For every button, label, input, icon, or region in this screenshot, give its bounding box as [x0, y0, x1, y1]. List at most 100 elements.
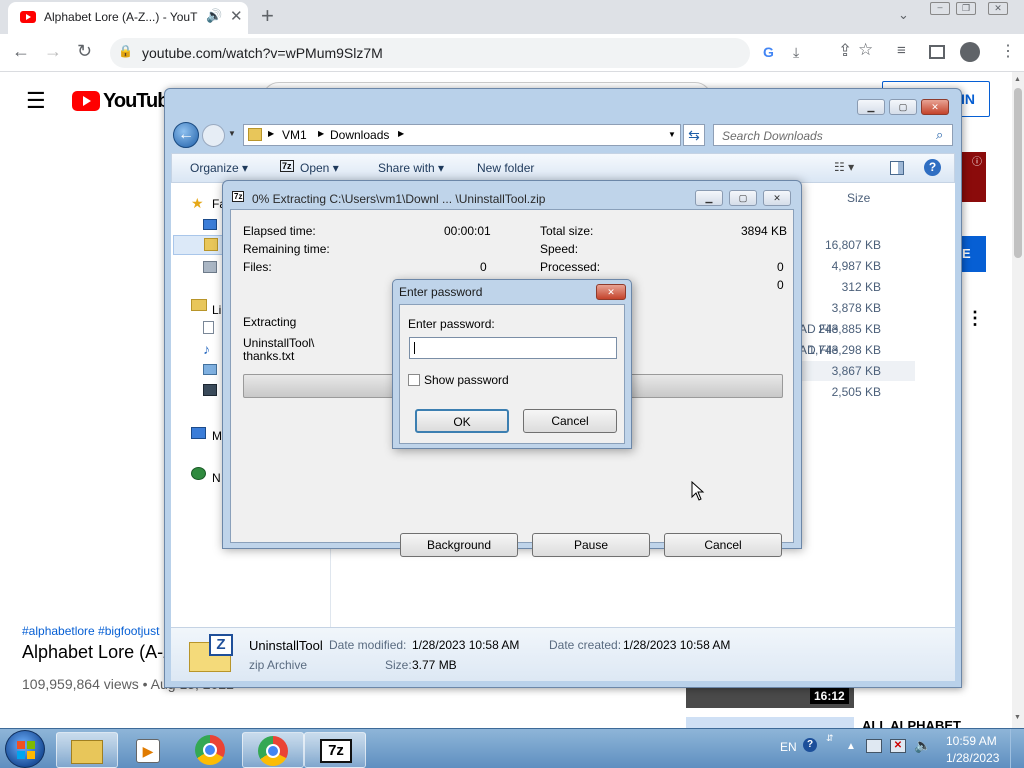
taskbar-7zip[interactable]: 7z: [304, 732, 366, 768]
7zip-minimize-button[interactable]: ▁: [695, 190, 723, 206]
minimize-icon[interactable]: –: [930, 2, 950, 15]
file-size: 1,743,298 KB: [808, 343, 881, 357]
suggested-thumbnail-2[interactable]: [686, 717, 854, 728]
scroll-down-icon[interactable]: ▼: [1014, 714, 1021, 721]
start-button[interactable]: [5, 730, 45, 768]
clock-date[interactable]: 1/28/2023: [946, 751, 999, 765]
pause-button[interactable]: Pause: [532, 533, 650, 557]
help-icon[interactable]: ?: [924, 159, 941, 176]
password-cancel-button[interactable]: Cancel: [523, 409, 617, 433]
size-column-header[interactable]: Size: [847, 191, 870, 205]
google-lens-icon[interactable]: G: [763, 44, 774, 60]
cancel-extract-button[interactable]: Cancel: [664, 533, 782, 557]
open-menu[interactable]: Open ▾: [300, 161, 339, 175]
file-size: 2,505 KB: [831, 385, 881, 399]
side-panel-icon[interactable]: [929, 45, 945, 59]
breadcrumb-arrow-icon[interactable]: ▶: [398, 129, 404, 138]
video-hashtags[interactable]: #alphabetlore #bigfootjust: [22, 624, 159, 638]
action-center-icon[interactable]: [866, 739, 882, 753]
desktop-icon[interactable]: [203, 219, 217, 230]
show-hidden-icons[interactable]: ▲: [846, 741, 856, 752]
breadcrumb-vm1[interactable]: VM1: [282, 128, 307, 142]
yt-ad-cta-button[interactable]: E: [962, 236, 986, 272]
explorer-search-box[interactable]: Search Downloads ⌕: [713, 124, 953, 146]
restore-icon[interactable]: ❐: [956, 2, 976, 15]
forward-icon[interactable]: →: [44, 41, 62, 62]
speaker-icon[interactable]: 🔊: [206, 8, 222, 24]
computer-icon: [191, 427, 206, 439]
url-text[interactable]: youtube.com/watch?v=wPMum9Slz7M: [142, 45, 383, 61]
explorer-back-button[interactable]: ←: [173, 122, 199, 148]
breadcrumb-arrow-icon[interactable]: ▶: [268, 129, 274, 138]
explorer-forward-button[interactable]: [202, 124, 225, 147]
7zip-maximize-button[interactable]: ▢: [729, 190, 757, 206]
explorer-close-button[interactable]: ✕: [921, 99, 949, 115]
file-size: 312 KB: [841, 280, 881, 294]
recent-pages-chevron-icon[interactable]: ▼: [228, 129, 236, 138]
pictures-icon[interactable]: [203, 364, 217, 375]
show-password-checkbox[interactable]: [408, 374, 420, 386]
menu-kebab-icon[interactable]: ⋮: [1000, 41, 1016, 61]
search-icon[interactable]: ⌕: [936, 127, 943, 143]
taskbar-explorer[interactable]: [56, 732, 118, 768]
page-scrollbar[interactable]: ▲ ▼: [1012, 72, 1024, 728]
password-close-button[interactable]: ✕: [596, 284, 626, 300]
address-dropdown-icon[interactable]: ▼: [668, 130, 676, 139]
close-window-icon[interactable]: ✕: [988, 2, 1008, 15]
reload-icon[interactable]: ↻: [77, 41, 92, 62]
new-tab-icon[interactable]: +: [261, 3, 274, 29]
music-icon[interactable]: ♪: [203, 341, 210, 357]
ok-button[interactable]: OK: [415, 409, 509, 433]
view-options-icon[interactable]: ☷ ▾: [834, 160, 854, 174]
language-indicator[interactable]: EN: [780, 740, 797, 754]
taskbar-chrome-2[interactable]: [242, 732, 304, 768]
breadcrumb-arrow-icon[interactable]: ▶: [318, 129, 324, 138]
tab-close-icon[interactable]: ✕: [230, 7, 243, 25]
more-options-icon[interactable]: ⋮: [966, 308, 984, 329]
new-folder-button[interactable]: New folder: [477, 161, 534, 175]
background-button[interactable]: Background: [400, 533, 518, 557]
videos-icon[interactable]: [203, 384, 217, 396]
network-error-icon[interactable]: ✕: [890, 739, 906, 753]
password-dialog-title: Enter password: [399, 285, 483, 299]
preview-pane-icon[interactable]: [890, 161, 904, 175]
documents-icon[interactable]: [203, 321, 214, 334]
nav-libraries[interactable]: Li: [212, 303, 221, 317]
bookmark-star-icon[interactable]: ☆: [858, 40, 873, 60]
share-icon[interactable]: ⇪: [838, 41, 852, 61]
nav-computer[interactable]: M: [212, 429, 222, 443]
tab-search-chevron-icon[interactable]: ⌄: [898, 7, 909, 23]
clock-time[interactable]: 10:59 AM: [946, 734, 997, 748]
explorer-address-bar[interactable]: ▶ VM1 ▶ Downloads ▶ ▼: [243, 124, 681, 146]
volume-icon[interactable]: 🔈: [914, 737, 931, 754]
taskbar-chrome-1[interactable]: [180, 732, 242, 768]
back-icon[interactable]: ←: [12, 41, 30, 62]
browser-tab[interactable]: Alphabet Lore (A-Z...) - YouT 🔊 ✕: [8, 2, 248, 34]
password-input[interactable]: [409, 337, 617, 359]
media-control-icon[interactable]: ≡: [897, 42, 906, 59]
breadcrumb-downloads[interactable]: Downloads: [330, 128, 389, 142]
ad-info-icon[interactable]: ⓘ: [972, 153, 982, 168]
profile-avatar[interactable]: [960, 42, 980, 62]
7zip-close-button[interactable]: ✕: [763, 190, 791, 206]
scroll-up-icon[interactable]: ▲: [1014, 76, 1021, 83]
refresh-icon[interactable]: ⇆: [683, 124, 705, 146]
show-desktop-button[interactable]: [1010, 729, 1024, 768]
share-with-menu[interactable]: Share with ▾: [378, 161, 444, 175]
hamburger-menu-icon[interactable]: ☰: [26, 88, 46, 114]
language-help-icon[interactable]: ?: [803, 738, 817, 752]
language-options-icon[interactable]: ⇵: [826, 733, 834, 744]
suggested-title[interactable]: ALL ALPHABET: [862, 718, 961, 728]
explorer-minimize-button[interactable]: ▁: [857, 99, 885, 115]
show-password-label[interactable]: Show password: [424, 373, 509, 387]
yt-banner-ad[interactable]: ⓘ: [962, 152, 986, 202]
taskbar-media-player[interactable]: ▶: [118, 732, 180, 768]
omnibox[interactable]: 🔒 youtube.com/watch?v=wPMum9Slz7M G ⤓: [110, 38, 799, 68]
nav-network[interactable]: N: [212, 471, 221, 485]
install-icon[interactable]: ⤓: [793, 44, 799, 61]
organize-menu[interactable]: Organize ▾: [190, 161, 248, 175]
explorer-maximize-button[interactable]: ▢: [889, 99, 917, 115]
recent-places-icon[interactable]: [203, 261, 217, 273]
scrollbar-thumb[interactable]: [1014, 88, 1022, 258]
file-size: 3,867 KB: [831, 364, 881, 378]
